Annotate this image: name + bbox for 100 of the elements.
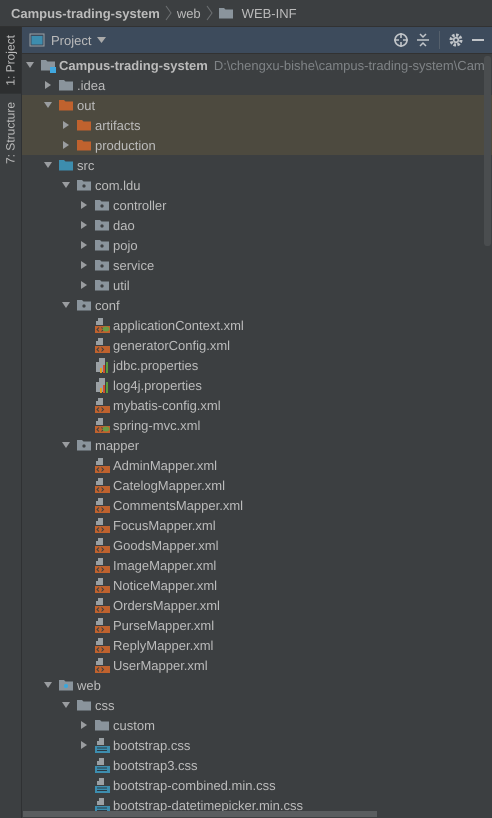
collapse-arrow-icon[interactable] (80, 261, 88, 269)
xml-file-icon (94, 397, 110, 413)
tree-item[interactable]: mapper (95, 438, 140, 452)
folder-icon (218, 5, 234, 21)
xml-file-icon (94, 537, 110, 553)
xml-file-icon (94, 657, 110, 673)
expand-arrow-icon[interactable] (44, 681, 52, 689)
tree-item[interactable]: dao (113, 218, 135, 232)
collapse-all-icon[interactable] (415, 32, 431, 48)
settings-icon[interactable] (448, 32, 464, 48)
collapse-arrow-icon[interactable] (80, 281, 88, 289)
css-file-icon (94, 757, 110, 773)
tree-item[interactable]: applicationContext.xml (113, 318, 244, 332)
package-folder-icon (94, 277, 110, 293)
tree-item[interactable]: UserMapper.xml (113, 658, 208, 672)
tree-item[interactable]: out (77, 98, 96, 112)
tree-item[interactable]: src (77, 158, 94, 172)
tree-item[interactable]: conf (95, 298, 120, 312)
tree-item[interactable]: AdminMapper.xml (113, 458, 218, 472)
tree-item[interactable]: artifacts (95, 118, 141, 132)
folder-icon (76, 137, 92, 153)
properties-file-icon (94, 377, 110, 393)
collapse-arrow-icon[interactable] (62, 141, 70, 149)
collapse-arrow-icon[interactable] (80, 721, 88, 729)
expand-arrow-icon[interactable] (62, 181, 70, 189)
tree-item[interactable]: service (113, 258, 154, 272)
package-folder-icon (94, 217, 110, 233)
chevron-icon (206, 5, 213, 21)
collapse-arrow-icon[interactable] (62, 121, 70, 129)
tree-item[interactable]: com.ldu (95, 178, 141, 192)
tree-item[interactable]: jdbc.properties (113, 358, 198, 372)
tree-item[interactable]: pojo (113, 238, 138, 252)
tree-item[interactable]: GoodsMapper.xml (113, 538, 218, 552)
folder-icon (94, 717, 110, 733)
collapse-arrow-icon[interactable] (80, 741, 88, 749)
folder-icon (58, 77, 74, 93)
expand-arrow-icon[interactable] (62, 701, 70, 709)
module-path: D:\chengxu-bishe\campus-trading-system\Cam (214, 58, 485, 72)
collapse-arrow-icon[interactable] (80, 201, 88, 209)
tree-item[interactable]: ImageMapper.xml (113, 558, 216, 572)
tree-item[interactable]: util (113, 278, 130, 292)
tree-item[interactable]: PurseMapper.xml (113, 618, 214, 632)
tree-item[interactable]: CommentsMapper.xml (113, 498, 244, 512)
xml-file-icon (94, 497, 110, 513)
tree-item[interactable]: production (95, 138, 156, 152)
properties-file-icon (94, 357, 110, 373)
locate-icon[interactable] (393, 32, 409, 48)
expand-arrow-icon[interactable] (26, 61, 34, 69)
xml-file-icon (94, 517, 110, 533)
tree-item[interactable]: mybatis-config.xml (113, 398, 221, 412)
tree-item[interactable]: web (77, 678, 101, 692)
tree-item[interactable]: spring-mvc.xml (113, 418, 200, 432)
expand-arrow-icon[interactable] (44, 101, 52, 109)
expand-arrow-icon[interactable] (62, 301, 70, 309)
collapse-arrow-icon[interactable] (44, 81, 52, 89)
package-folder-icon (76, 437, 92, 453)
caret-icon[interactable] (97, 37, 106, 43)
tree-item[interactable]: generatorConfig.xml (113, 338, 230, 352)
chevron-icon (164, 5, 172, 21)
tree-item[interactable]: .idea (77, 78, 106, 92)
tool-window-tab[interactable]: 7: Structure (0, 94, 21, 172)
xml-file-icon (94, 557, 110, 573)
tool-window-tab[interactable]: 1: Project (0, 27, 21, 94)
spring-xml-file-icon (94, 317, 110, 333)
breadcrumb-item[interactable]: web (176, 6, 201, 20)
spring-xml-file-icon (94, 417, 110, 433)
tree-item[interactable]: custom (113, 718, 155, 732)
folder-icon (58, 157, 74, 173)
breadcrumb-item[interactable]: Campus-trading-system (11, 6, 160, 20)
css-file-icon (94, 737, 110, 753)
expand-arrow-icon[interactable] (44, 161, 52, 169)
xml-file-icon (94, 477, 110, 493)
expand-arrow-icon[interactable] (62, 441, 70, 449)
breadcrumb-item[interactable]: WEB-INF (242, 6, 297, 20)
folder-icon (76, 697, 92, 713)
tree-item[interactable]: NoticeMapper.xml (113, 578, 218, 592)
collapse-arrow-icon[interactable] (80, 221, 88, 229)
tree-item[interactable]: FocusMapper.xml (113, 518, 216, 532)
tree-item[interactable]: bootstrap3.css (113, 758, 198, 772)
tree-item[interactable]: CatelogMapper.xml (113, 478, 225, 492)
tree-item[interactable]: ReplyMapper.xml (113, 638, 214, 652)
xml-file-icon (94, 637, 110, 653)
folder-icon (76, 117, 92, 133)
package-folder-icon (94, 197, 110, 213)
horizontal-scrollbar[interactable] (23, 811, 377, 817)
panel-title[interactable]: Project (51, 32, 92, 48)
window-icon (29, 32, 45, 48)
package-folder-icon (94, 237, 110, 253)
tree-item[interactable]: controller (113, 198, 166, 212)
tree-item[interactable]: bootstrap.css (113, 738, 190, 752)
tree-item[interactable]: OrdersMapper.xml (113, 598, 220, 612)
package-folder-icon (76, 297, 92, 313)
tree-item[interactable]: bootstrap-datetimepicker.min.css (113, 798, 304, 812)
tree-item[interactable]: bootstrap-combined.min.css (113, 778, 276, 792)
css-file-icon (94, 777, 110, 793)
tree-item[interactable]: log4j.properties (113, 378, 202, 392)
tree-item[interactable]: Campus-trading-system (59, 58, 208, 72)
collapse-arrow-icon[interactable] (80, 241, 88, 249)
tree-item[interactable]: css (95, 698, 114, 712)
package-folder-icon (76, 177, 92, 193)
